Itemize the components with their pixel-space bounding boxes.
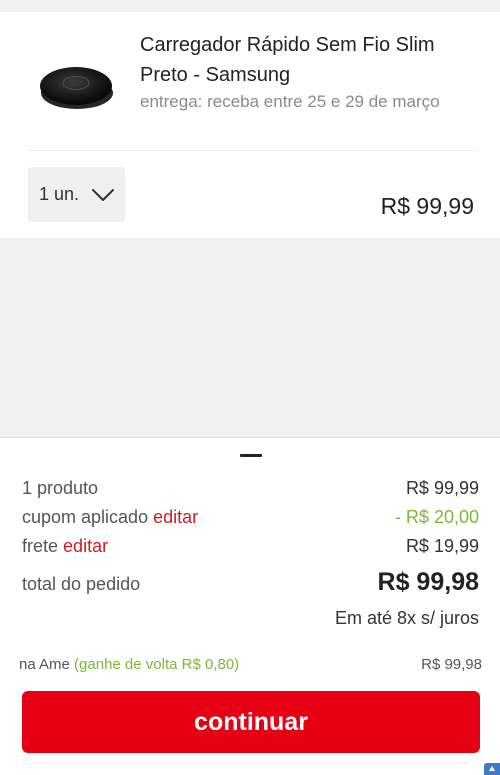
coupon-label-group: cupom aplicado editar — [22, 507, 198, 528]
installments-info: Em até 8x s/ juros — [334, 608, 479, 628]
shipping-edit-link[interactable]: editar — [63, 536, 108, 556]
ame-value: R$ 99,98 — [421, 656, 482, 673]
ame-payment-row: na Ame (ganhe de volta R$ 0,80) R$ 99,98 — [19, 656, 482, 673]
total-value: R$ 99,98 — [377, 568, 479, 596]
coupon-discount-value: - R$ 20,00 — [394, 507, 479, 527]
product-image[interactable] — [30, 44, 122, 124]
order-summary-panel: 1 produto R$ 99,99 cupom aplicado editar… — [0, 437, 500, 775]
ame-cashback: (ganhe de volta R$ 0,80) — [74, 656, 240, 673]
cart-item-card: Carregador Rápido Sem Fio Slim Preto - S… — [0, 12, 500, 238]
continue-button[interactable]: continuar — [22, 691, 480, 753]
coupon-edit-link[interactable]: editar — [153, 507, 198, 527]
quantity-value: 1 un. — [39, 184, 80, 204]
shipping-label: frete — [22, 536, 59, 556]
total-label: total do pedido — [22, 574, 141, 594]
total-row: total do pedido R$ 99,98 — [22, 568, 479, 597]
products-row: 1 produto R$ 99,99 — [22, 478, 479, 499]
shipping-row: frete editar R$ 19,99 — [22, 536, 479, 557]
app-badge-icon[interactable] — [484, 763, 500, 775]
coupon-row: cupom aplicado editar - R$ 20,00 — [22, 507, 479, 528]
top-strip — [0, 0, 500, 12]
product-name[interactable]: Carregador Rápido Sem Fio Slim Preto - S… — [140, 30, 460, 90]
products-label: 1 produto — [22, 478, 99, 498]
shipping-value: R$ 19,99 — [405, 536, 479, 556]
ame-label-group: na Ame (ganhe de volta R$ 0,80) — [19, 656, 239, 673]
products-value: R$ 99,99 — [405, 478, 479, 498]
coupon-label: cupom aplicado — [22, 507, 149, 527]
delivery-estimate: entrega: receba entre 25 e 29 de março — [140, 92, 440, 111]
quantity-select[interactable]: 1 un. — [28, 167, 125, 222]
shipping-label-group: frete editar — [22, 536, 108, 557]
product-price: R$ 99,99 — [380, 193, 474, 219]
ame-label: na Ame — [19, 656, 70, 673]
chevron-down-icon — [91, 188, 115, 202]
drag-handle[interactable] — [240, 454, 262, 457]
divider — [28, 150, 475, 151]
